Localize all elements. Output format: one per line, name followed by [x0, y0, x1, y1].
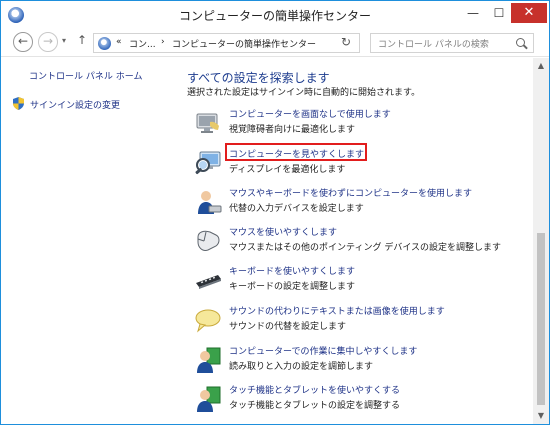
- title-bar: コンピューターの簡単操作センター — ☐ ✕: [1, 1, 549, 29]
- user-touch-icon: [197, 386, 221, 412]
- item-description: タッチ機能とタブレットの設定を調整する: [229, 401, 401, 411]
- scrollbar-thumb[interactable]: [537, 233, 545, 405]
- scroll-down-button[interactable]: ▼: [533, 408, 549, 424]
- item-description: ディスプレイを最適化します: [229, 165, 346, 175]
- forward-button[interactable]: →: [38, 32, 58, 52]
- control-panel-icon: [98, 37, 111, 50]
- minimize-button[interactable]: —: [459, 3, 487, 23]
- item-description: サウンドの代替を設定します: [229, 322, 347, 332]
- page-title: すべての設定を探索します: [187, 71, 330, 85]
- list-item: タッチ機能とタブレットを使いやすくする タッチ機能とタブレットの設定を調整する: [191, 383, 521, 419]
- left-pane: コントロール パネル ホーム サインイン設定の変更: [1, 58, 177, 424]
- address-overflow[interactable]: «: [116, 37, 122, 47]
- user-focus-icon: [197, 347, 221, 373]
- maximize-button[interactable]: ☐: [485, 3, 513, 23]
- item-description: 読み取りと入力の設定を調節します: [229, 362, 374, 372]
- speech-bubble-icon: [195, 309, 221, 333]
- main-content: すべての設定を探索します 選択された設定はサインイン時に自動的に開始されます。 …: [177, 58, 533, 424]
- vertical-scrollbar[interactable]: ▲ ▼: [533, 58, 549, 424]
- highlight-box: [225, 143, 367, 161]
- mouse-icon: [197, 230, 220, 251]
- item-description: キーボードの設定を調整します: [229, 282, 356, 292]
- list-item: コンピューターでの作業に集中しやすくします 読み取りと入力の設定を調節します: [191, 344, 521, 380]
- navigation-bar: ← → ▾ ↑ « コン... › コンピューターの簡単操作センター ▾ ↻ コ…: [1, 29, 549, 57]
- breadcrumb-control-panel[interactable]: コン...: [129, 37, 156, 50]
- item-description: マウスまたはその他のポインティング デバイスの設定を調整します: [229, 243, 502, 253]
- keyboard-icon: [196, 275, 221, 289]
- breadcrumb-separator[interactable]: ›: [161, 37, 165, 47]
- list-item: コンピューターを見やすくします ディスプレイを最適化します: [191, 143, 521, 183]
- user-keyboard-icon: [198, 191, 222, 214]
- item-description: 代替の入力デバイスを設定します: [229, 204, 364, 214]
- list-item: サウンドの代わりにテキストまたは画像を使用します サウンドの代替を設定します: [191, 304, 521, 340]
- back-button[interactable]: ←: [13, 32, 33, 52]
- address-bar[interactable]: « コン... › コンピューターの簡単操作センター ▾: [93, 33, 416, 53]
- refresh-button[interactable]: ↻: [341, 35, 351, 49]
- magnifier-monitor-icon: [195, 151, 221, 175]
- list-item: マウスを使いやすくします マウスまたはその他のポインティング デバイスの設定を調…: [191, 225, 521, 261]
- breadcrumb-ease-of-access-center[interactable]: コンピューターの簡単操作センター: [172, 37, 316, 50]
- close-button[interactable]: ✕: [511, 3, 547, 23]
- make-focus-easier-link[interactable]: コンピューターでの作業に集中しやすくします: [229, 344, 417, 357]
- search-icon[interactable]: [516, 38, 525, 47]
- make-touch-easier-link[interactable]: タッチ機能とタブレットを使いやすくする: [229, 383, 400, 396]
- control-panel-home-link[interactable]: コントロール パネル ホーム: [29, 69, 142, 82]
- app-window: コンピューターの簡単操作センター — ☐ ✕ ← → ▾ ↑ « コン... ›…: [0, 0, 550, 425]
- up-button[interactable]: ↑: [77, 33, 87, 47]
- list-item: コンピューターを画面なしで使用します 視覚障碍者向けに最適化します: [191, 107, 521, 143]
- search-input[interactable]: コントロール パネルの検索: [370, 33, 534, 53]
- use-without-mouse-keyboard-link[interactable]: マウスやキーボードを使わずにコンピューターを使用します: [229, 186, 472, 199]
- list-item: キーボードを使いやすくします キーボードの設定を調整します: [191, 264, 521, 300]
- use-without-display-link[interactable]: コンピューターを画面なしで使用します: [229, 107, 391, 120]
- page-subtitle: 選択された設定はサインイン時に自動的に開始されます。: [187, 88, 421, 98]
- text-visual-alternatives-link[interactable]: サウンドの代わりにテキストまたは画像を使用します: [229, 304, 445, 317]
- make-mouse-easier-link[interactable]: マウスを使いやすくします: [229, 225, 337, 238]
- scroll-up-button[interactable]: ▲: [533, 58, 549, 74]
- make-keyboard-easier-link[interactable]: キーボードを使いやすくします: [229, 264, 355, 277]
- search-placeholder: コントロール パネルの検索: [378, 40, 489, 50]
- item-description: 視覚障碍者向けに最適化します: [229, 125, 356, 135]
- shield-icon: [13, 97, 24, 110]
- list-item: マウスやキーボードを使わずにコンピューターを使用します 代替の入力デバイスを設定…: [191, 186, 521, 222]
- change-signin-settings-link[interactable]: サインイン設定の変更: [30, 98, 120, 111]
- recent-locations-dropdown[interactable]: ▾: [62, 36, 66, 45]
- monitor-no-screen-icon: [196, 113, 219, 133]
